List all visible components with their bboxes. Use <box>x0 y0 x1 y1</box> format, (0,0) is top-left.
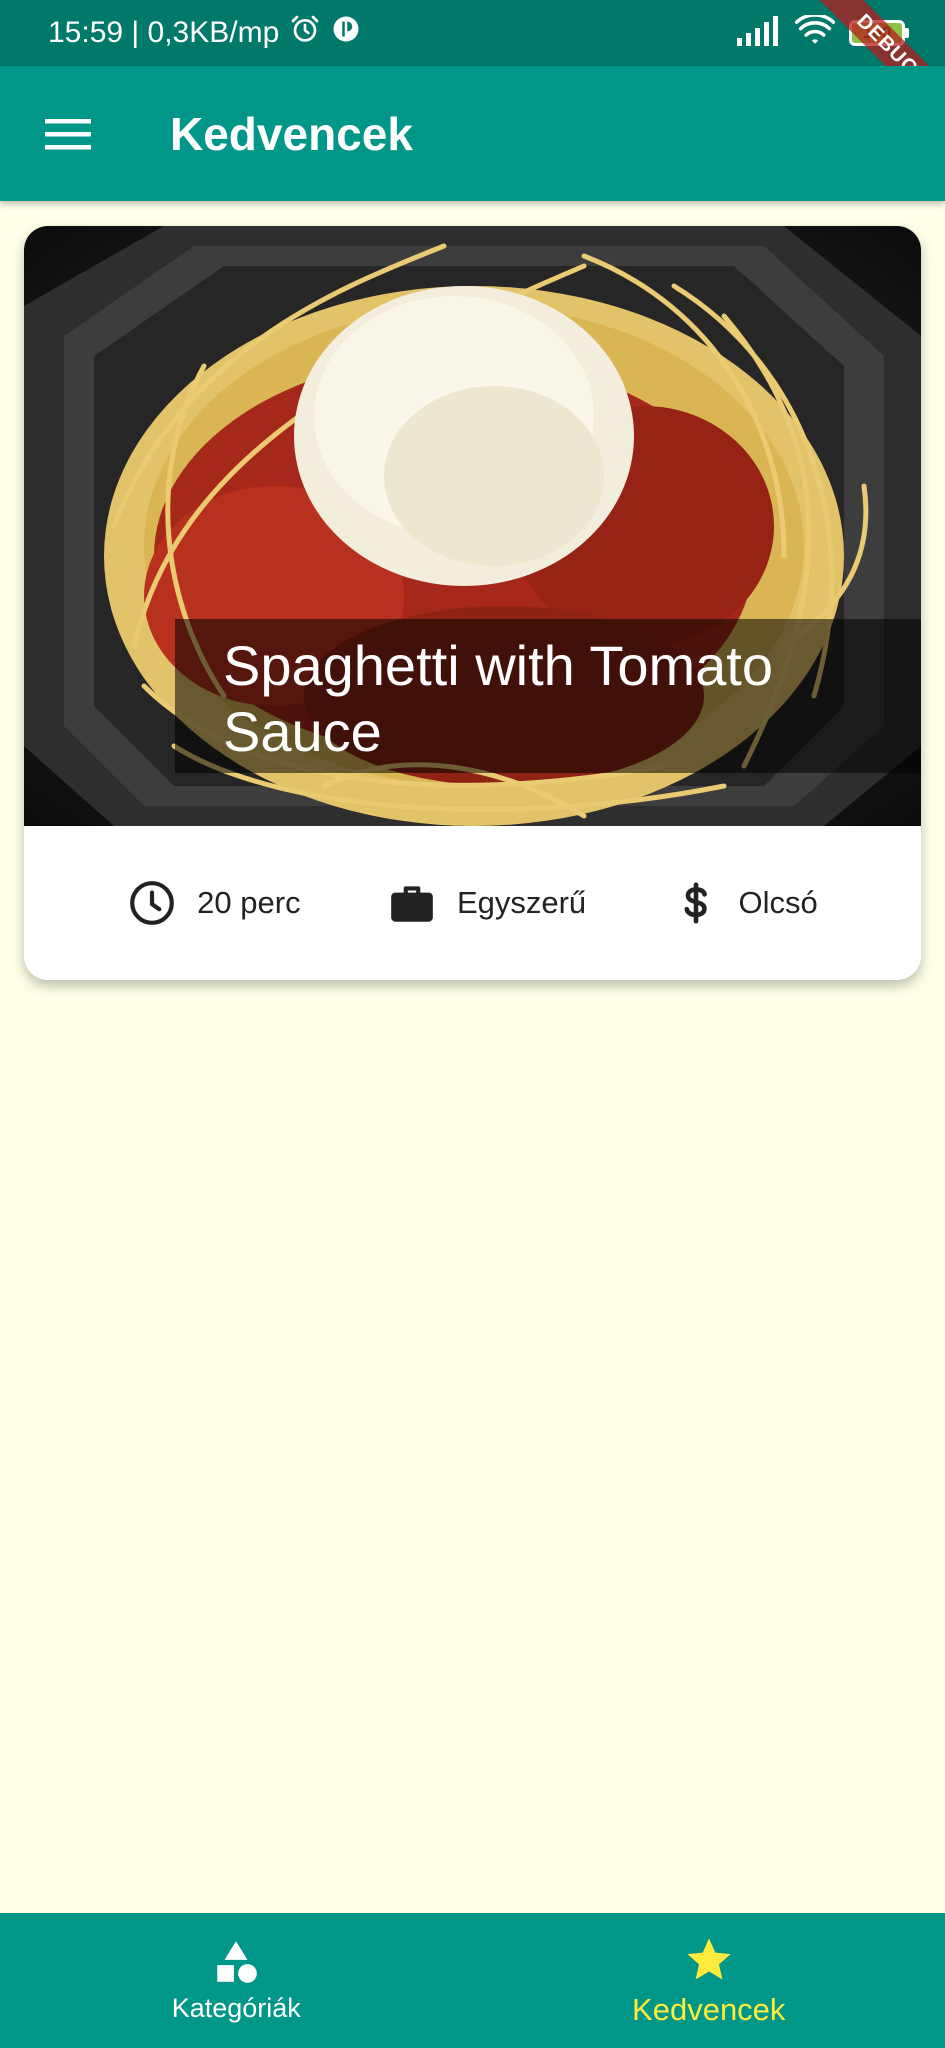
status-left: 15:59 | 0,3KB/mp <box>48 13 361 53</box>
signal-icon <box>737 15 781 51</box>
status-time: 15:59 | 0,3KB/mp <box>48 16 280 49</box>
category-icon <box>217 1941 258 1983</box>
complexity-label: Egyszerű <box>456 885 587 920</box>
meal-card[interactable]: Spaghetti with Tomato Sauce 20 perc Egys… <box>24 226 921 980</box>
page-title: Kedvencek <box>170 107 413 160</box>
meal-complexity: Egyszerű <box>387 878 586 928</box>
app-bar: Kedvencek <box>0 66 945 201</box>
nav-item-categories[interactable]: Kategóriák <box>0 1913 473 2048</box>
status-right: 100 <box>737 12 909 52</box>
meal-affordability: Olcsó <box>673 878 818 928</box>
alarm-icon <box>289 13 321 53</box>
nav-item-favorites[interactable]: Kedvencek <box>473 1913 945 2048</box>
app-notification-icon <box>331 14 361 52</box>
nav-label-categories: Kategóriák <box>171 1993 301 2023</box>
status-bar: 15:59 | 0,3KB/mp 100 <box>0 0 945 66</box>
meal-info-row: 20 perc Egyszerű Olcsó <box>24 826 921 980</box>
star-icon <box>687 1937 731 1979</box>
dollar-icon <box>684 882 707 924</box>
meal-title-overlay: Spaghetti with Tomato Sauce <box>175 619 921 773</box>
bottom-navigation: Kategóriák Kedvencek <box>0 1913 945 2048</box>
affordability-label: Olcsó <box>738 885 818 920</box>
schedule-icon <box>130 881 175 925</box>
work-icon <box>391 886 433 922</box>
meal-image: Spaghetti with Tomato Sauce <box>24 226 921 826</box>
duration-label: 20 perc <box>197 885 301 920</box>
meal-duration: 20 perc <box>127 878 301 928</box>
battery-icon: 100 <box>849 20 909 46</box>
menu-icon <box>45 118 91 149</box>
menu-button[interactable] <box>34 100 102 168</box>
wifi-icon <box>794 12 836 52</box>
nav-label-favorites: Kedvencek <box>632 1991 786 2027</box>
battery-level: 100 <box>849 20 905 46</box>
meal-title: Spaghetti with Tomato Sauce <box>223 634 773 763</box>
